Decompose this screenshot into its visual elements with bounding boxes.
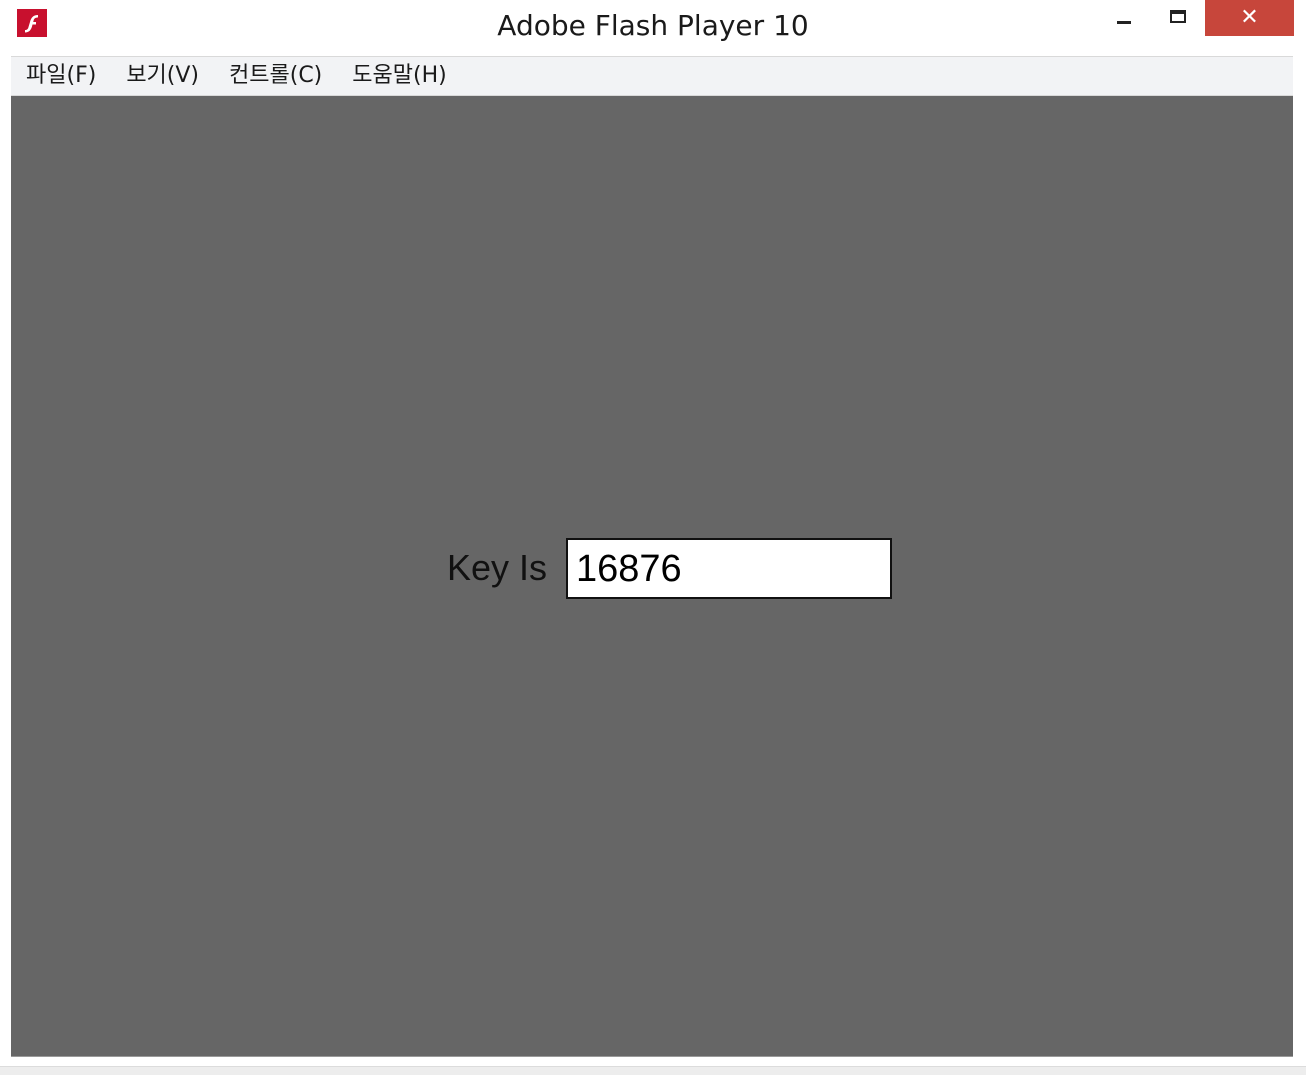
key-label: Key Is xyxy=(447,547,548,588)
menu-view[interactable]: 보기(V) xyxy=(111,57,214,95)
menu-file[interactable]: 파일(F) xyxy=(11,57,111,95)
menu-control[interactable]: 컨트롤(C) xyxy=(214,57,337,95)
maximize-icon xyxy=(1170,9,1186,23)
minimize-icon xyxy=(1117,20,1131,24)
key-value-field[interactable]: 16876 xyxy=(566,538,892,599)
maximize-button[interactable] xyxy=(1152,0,1204,36)
menu-help[interactable]: 도움말(H) xyxy=(337,57,461,95)
menu-bar: 파일(F) 보기(V) 컨트롤(C) 도움말(H) xyxy=(11,56,1293,96)
close-button[interactable]: ✕ xyxy=(1205,0,1294,36)
close-icon: ✕ xyxy=(1240,5,1259,30)
title-bar[interactable]: Adobe Flash Player 10 ✕ xyxy=(0,0,1306,56)
flash-player-icon[interactable] xyxy=(17,9,47,37)
minimize-button[interactable] xyxy=(1098,0,1150,36)
flash-stage[interactable]: Key Is 16876 xyxy=(11,96,1293,1057)
flash-player-window: Adobe Flash Player 10 ✕ 파일(F) 보기(V) 컨트롤(… xyxy=(0,0,1306,1075)
